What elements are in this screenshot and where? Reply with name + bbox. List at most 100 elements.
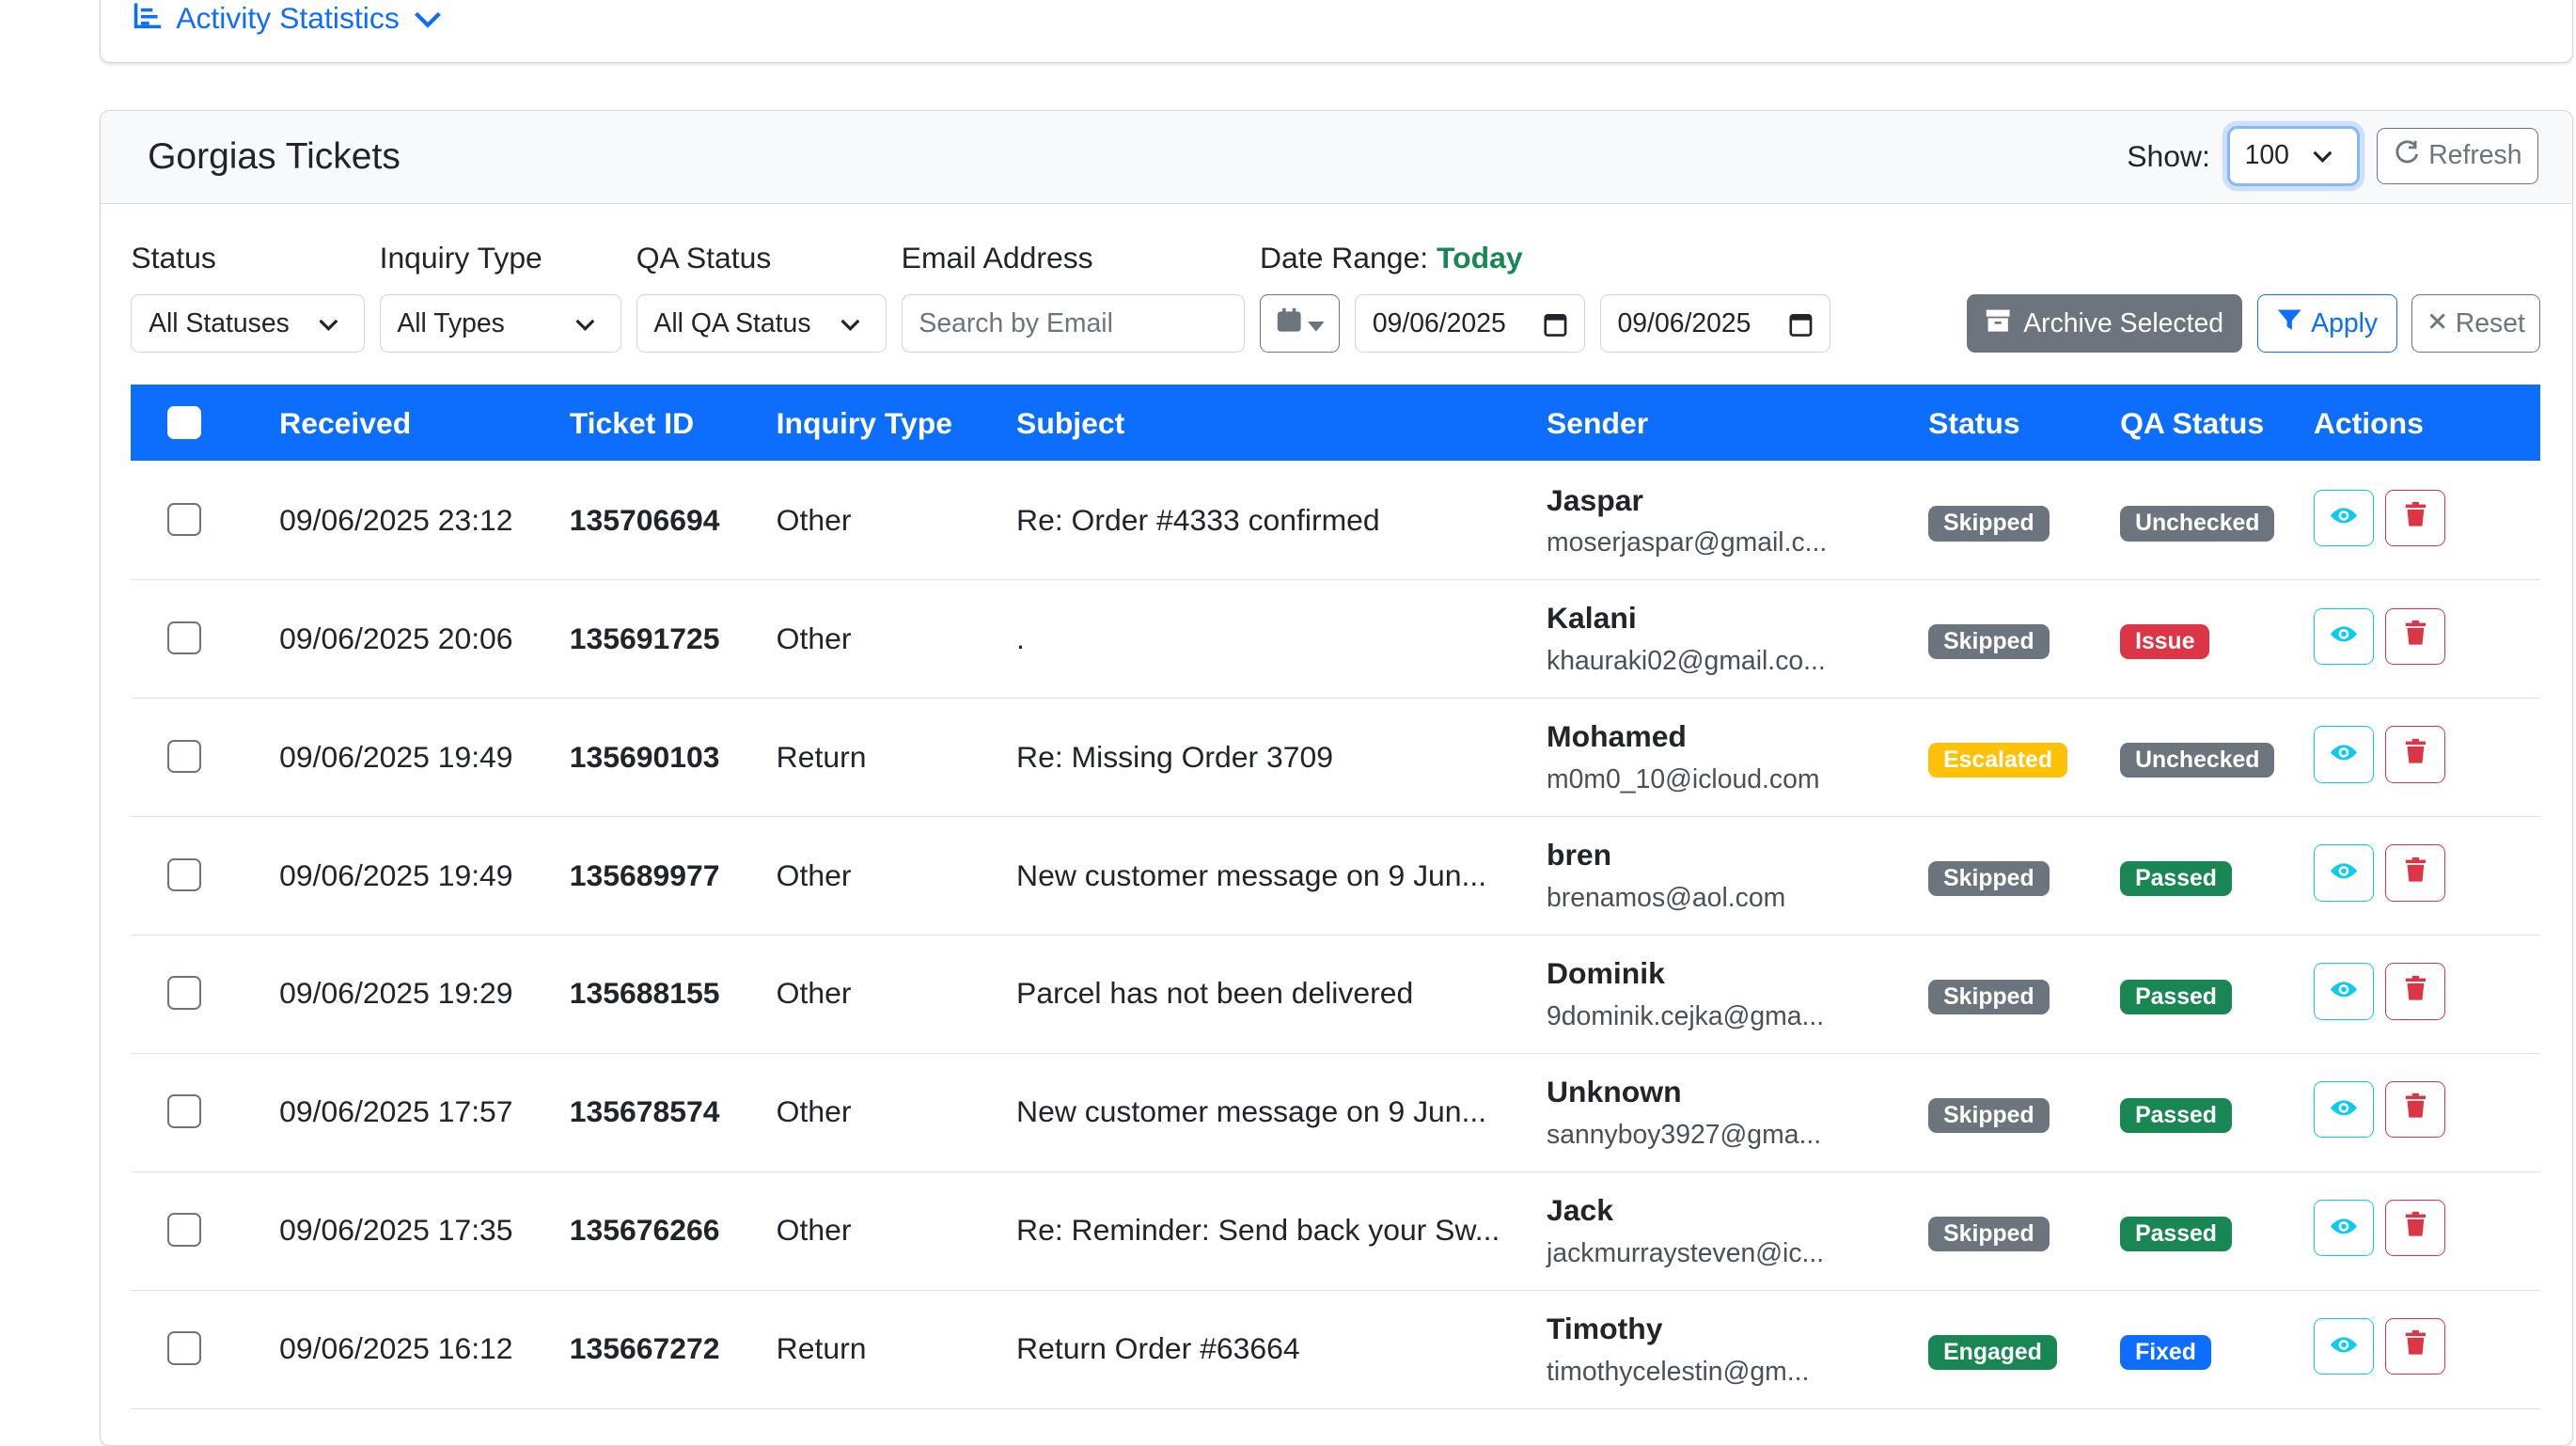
chevron-down-icon <box>573 312 597 343</box>
show-label: Show: <box>2127 139 2210 174</box>
email-filter-label: Email Address <box>901 241 1093 275</box>
row-checkbox[interactable] <box>167 976 201 1010</box>
column-header-inquiry-type[interactable]: Inquiry Type <box>777 406 952 441</box>
column-header-subject[interactable]: Subject <box>1016 406 1124 441</box>
table-row[interactable]: 09/06/2025 23:12 135706694 Other Re: Order … <box>131 461 2541 581</box>
column-header-ticket-id[interactable]: Ticket ID <box>570 406 694 441</box>
table-header: Received Ticket ID Inquiry Type Subject … <box>131 384 2541 462</box>
sender-name: Jack <box>1547 1193 1613 1228</box>
received-cell: 09/06/2025 19:49 <box>279 857 513 892</box>
view-button[interactable] <box>2313 726 2374 783</box>
calendar-icon[interactable] <box>1789 310 1813 344</box>
sender-name: Jaspar <box>1547 482 1643 517</box>
table-row[interactable]: 09/06/2025 19:49 135690103 Return Re: Missi… <box>131 698 2541 818</box>
date-preset-dropdown[interactable] <box>1259 294 1341 354</box>
inquiry-type-select[interactable]: All Types <box>379 294 621 354</box>
sender-email: timothycelestin@gm... <box>1547 1356 1810 1387</box>
sender-name: Dominik <box>1547 956 1665 991</box>
sender-name: Mohamed <box>1547 719 1687 754</box>
activity-statistics-label: Activity Statistics <box>176 1 400 36</box>
sender-name: Unknown <box>1547 1075 1682 1109</box>
date-to-input[interactable]: 09/06/2025 <box>1599 294 1830 354</box>
row-checkbox[interactable] <box>167 739 201 774</box>
table-row[interactable]: 09/06/2025 19:29 135688155 Other Parcel has… <box>131 935 2541 1055</box>
select-all-checkbox[interactable] <box>167 405 201 440</box>
refresh-icon <box>2394 139 2420 173</box>
status-badge: Engaged <box>1928 1334 2057 1370</box>
trash-icon <box>2404 974 2427 1009</box>
status-badge: Skipped <box>1928 861 2050 897</box>
trash-icon <box>2404 856 2427 890</box>
row-checkbox[interactable] <box>167 857 201 892</box>
row-checkbox[interactable] <box>167 621 201 655</box>
table-row[interactable]: 09/06/2025 17:35 135676266 Other Re: Remind… <box>131 1171 2541 1291</box>
received-cell: 09/06/2025 19:29 <box>279 976 513 1011</box>
calendar-icon[interactable] <box>1544 310 1567 344</box>
qa-status-badge: Unchecked <box>2120 743 2275 778</box>
subject-cell: Parcel has not been delivered <box>1016 976 1414 1011</box>
row-checkbox[interactable] <box>167 502 201 537</box>
date-from-input[interactable]: 09/06/2025 <box>1355 294 1585 354</box>
column-header-status[interactable]: Status <box>1928 406 2020 441</box>
subject-cell: New customer message on 9 Jun... <box>1016 857 1487 892</box>
column-header-sender[interactable]: Sender <box>1547 406 1648 441</box>
trash-icon <box>2404 1211 2427 1246</box>
activity-statistics-toggle[interactable]: Activity Statistics <box>133 0 443 38</box>
close-icon <box>2427 308 2447 339</box>
qa-status-select[interactable]: All QA Status <box>636 294 887 354</box>
sender-email: 9dominik.cejka@gma... <box>1547 1001 1825 1032</box>
received-cell: 09/06/2025 17:35 <box>279 1213 513 1248</box>
delete-button[interactable] <box>2385 726 2445 783</box>
archive-selected-button[interactable]: Archive Selected <box>1966 294 2242 354</box>
reset-button[interactable]: Reset <box>2411 294 2541 354</box>
qa-status-badge: Issue <box>2120 624 2210 660</box>
inquiry-type-cell: Other <box>776 621 852 655</box>
view-button[interactable] <box>2313 963 2374 1020</box>
row-checkbox[interactable] <box>167 1213 201 1247</box>
status-select[interactable]: All Statuses <box>131 294 365 354</box>
view-button[interactable] <box>2313 607 2374 665</box>
row-checkbox[interactable] <box>167 1094 201 1128</box>
page-size-select[interactable]: 100 <box>2226 126 2361 186</box>
table-row[interactable]: 09/06/2025 16:12 135667272 Return Return Or… <box>131 1290 2541 1409</box>
view-button[interactable] <box>2313 489 2374 546</box>
view-button[interactable] <box>2313 1318 2374 1375</box>
delete-button[interactable] <box>2385 963 2445 1020</box>
apply-button[interactable]: Apply <box>2256 294 2397 354</box>
qa-status-select-value: All QA Status <box>653 307 811 338</box>
view-button[interactable] <box>2313 844 2374 902</box>
status-filter-label: Status <box>131 241 216 275</box>
column-header-qa-status[interactable]: QA Status <box>2120 406 2264 441</box>
trash-icon <box>2404 619 2427 653</box>
sender-email: moserjaspar@gmail.c... <box>1547 527 1828 558</box>
eye-icon <box>2329 856 2359 890</box>
column-header-received[interactable]: Received <box>279 406 411 441</box>
delete-button[interactable] <box>2385 844 2445 902</box>
view-button[interactable] <box>2313 1081 2374 1139</box>
delete-button[interactable] <box>2385 1200 2445 1257</box>
inquiry-type-cell: Return <box>776 739 867 774</box>
sender-email: brenamos@aol.com <box>1547 883 1786 914</box>
date-range-today: Today <box>1437 241 1523 275</box>
archive-icon <box>1985 306 2011 340</box>
delete-button[interactable] <box>2385 607 2445 665</box>
table-row[interactable]: 09/06/2025 17:57 135678574 Other New custom… <box>131 1053 2541 1172</box>
table-row[interactable]: 09/06/2025 19:49 135689977 Other New custom… <box>131 816 2541 936</box>
ticket-id-cell: 135706694 <box>569 502 720 537</box>
refresh-button[interactable]: Refresh <box>2377 127 2539 185</box>
email-search-input[interactable]: Search by Email <box>901 294 1245 354</box>
page-size-value: 100 <box>2244 140 2289 171</box>
activity-statistics-card: Activity Statistics <box>100 0 2573 63</box>
inquiry-type-cell: Return <box>776 1331 867 1366</box>
row-checkbox[interactable] <box>167 1331 201 1365</box>
trash-icon <box>2404 1092 2427 1127</box>
status-badge: Skipped <box>1928 1097 2050 1134</box>
delete-button[interactable] <box>2385 1318 2445 1375</box>
view-button[interactable] <box>2313 1200 2374 1257</box>
delete-button[interactable] <box>2385 1081 2445 1139</box>
chevron-down-icon <box>317 312 340 343</box>
received-cell: 09/06/2025 16:12 <box>279 1331 513 1366</box>
delete-button[interactable] <box>2385 489 2445 546</box>
table-row[interactable]: 09/06/2025 20:06 135691725 Other. Kalani kha… <box>131 579 2541 699</box>
eye-icon <box>2329 1211 2359 1246</box>
